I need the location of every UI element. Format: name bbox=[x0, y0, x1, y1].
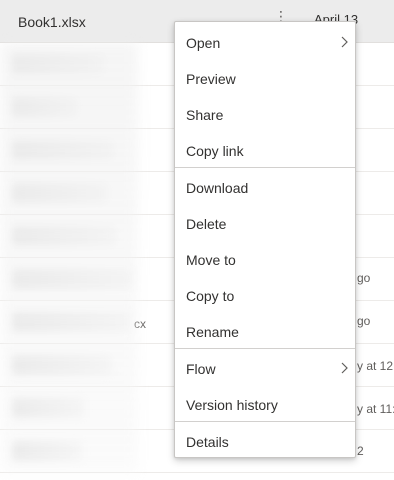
chevron-right-icon bbox=[341, 362, 348, 374]
menu-item-copy-link[interactable]: Copy link bbox=[175, 132, 355, 168]
menu-separator bbox=[175, 421, 355, 422]
menu-item-label: Copy link bbox=[186, 143, 244, 159]
chevron-right-icon bbox=[341, 36, 348, 48]
menu-item-move-to[interactable]: Move to bbox=[175, 241, 355, 277]
menu-item-delete[interactable]: Delete bbox=[175, 205, 355, 241]
menu-item-version-history[interactable]: Version history bbox=[175, 386, 355, 422]
menu-item-share[interactable]: Share bbox=[175, 96, 355, 132]
menu-item-label: Copy to bbox=[186, 288, 235, 304]
modified-text-fragment: 2 bbox=[357, 444, 364, 458]
menu-separator bbox=[175, 348, 355, 349]
menu-item-preview[interactable]: Preview bbox=[175, 60, 355, 96]
menu-item-label: Delete bbox=[186, 216, 227, 232]
menu-item-label: Preview bbox=[186, 71, 236, 87]
modified-text-fragment: go bbox=[357, 314, 371, 328]
menu-separator bbox=[175, 167, 355, 168]
menu-item-label: Download bbox=[186, 180, 249, 196]
file-name[interactable]: Book1.xlsx bbox=[18, 14, 86, 30]
modified-text-fragment: y at 12:5 bbox=[357, 359, 394, 373]
menu-item-label: Rename bbox=[186, 324, 239, 340]
menu-item-label: Open bbox=[186, 35, 221, 51]
menu-item-label: Move to bbox=[186, 252, 236, 268]
menu-item-download[interactable]: Download bbox=[175, 169, 355, 205]
menu-item-label: Flow bbox=[186, 361, 216, 377]
menu-item-copy-to[interactable]: Copy to bbox=[175, 277, 355, 313]
menu-item-details[interactable]: Details bbox=[175, 423, 355, 459]
menu-item-label: Details bbox=[186, 434, 229, 450]
menu-item-open[interactable]: Open bbox=[175, 24, 355, 60]
blur-overlay bbox=[0, 43, 138, 473]
menu-item-flow[interactable]: Flow bbox=[175, 350, 355, 386]
modified-text-fragment: go bbox=[357, 271, 371, 285]
menu-item-label: Version history bbox=[186, 397, 278, 413]
modified-text-fragment: y at 11:1 bbox=[357, 402, 394, 416]
context-menu: Open Preview Share Copy link Download De… bbox=[174, 21, 356, 458]
menu-item-rename[interactable]: Rename bbox=[175, 313, 355, 349]
menu-item-label: Share bbox=[186, 107, 224, 123]
